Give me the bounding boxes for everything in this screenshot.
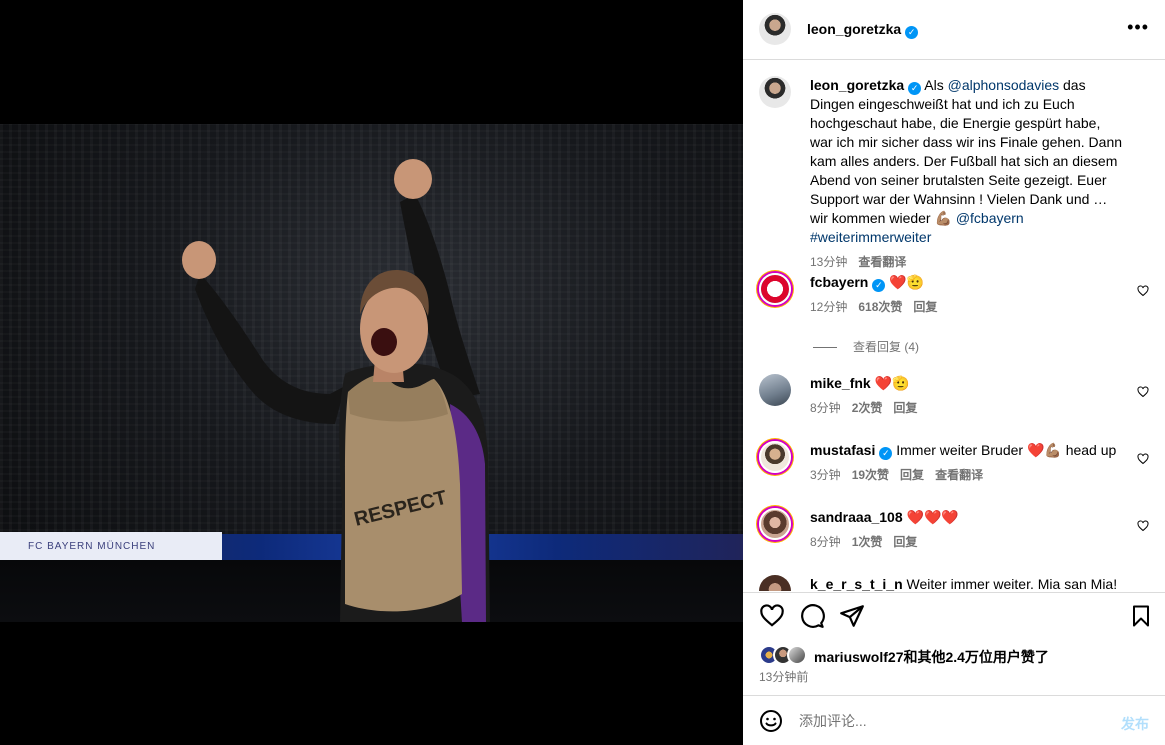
author-username-text[interactable]: leon_goretzka xyxy=(807,21,901,37)
comment-body: mustafasi ✓ Immer weiter Bruder ❤️💪🏽 head… xyxy=(810,441,1126,485)
caption-hashtag[interactable]: #weiterimmerweiter xyxy=(810,229,931,245)
view-replies-label[interactable]: 查看回复 (4) xyxy=(853,340,919,354)
verified-icon: ✓ xyxy=(905,26,919,39)
post-time[interactable]: 13分钟前 xyxy=(759,668,808,685)
caption-username[interactable]: leon_goretzka xyxy=(810,77,904,93)
caption-mention-alphonsodavies[interactable]: @alphonsodavies xyxy=(948,77,1060,93)
reply-button[interactable]: 回复 xyxy=(893,535,917,549)
like-comment-heart-icon[interactable] xyxy=(1137,285,1149,297)
comment-meta: 8分钟 2次赞 回复 xyxy=(810,399,1126,418)
comment-time[interactable]: 8分钟 xyxy=(810,401,841,415)
celebrating-player: RESPECT xyxy=(182,159,490,622)
flexed-biceps-emoji: 💪🏽 xyxy=(934,210,952,226)
like-comment-heart-icon[interactable] xyxy=(1137,453,1149,465)
like-comment-heart-icon[interactable] xyxy=(1137,520,1149,532)
comment-input[interactable] xyxy=(799,709,1099,733)
post-header: leon_goretzka ✓ ••• xyxy=(743,0,1165,60)
comment-body: k_e_r_s_t_i_n Weiter immer weiter. Mia s… xyxy=(810,575,1126,591)
reply-button[interactable]: 回复 xyxy=(913,300,937,314)
comment-meta: 12分钟 618次赞 回复 xyxy=(810,298,1126,317)
comment-bubble-icon[interactable] xyxy=(799,603,825,629)
more-options-icon[interactable]: ••• xyxy=(1127,18,1149,36)
save-bookmark-icon[interactable] xyxy=(1129,603,1153,629)
comment-username[interactable]: mike_fnk xyxy=(810,375,871,391)
comment-likes[interactable]: 2次赞 xyxy=(852,401,883,415)
verified-icon: ✓ xyxy=(879,447,893,460)
replies-line xyxy=(813,347,837,349)
liker-avatars xyxy=(759,645,811,665)
post-photo: FC BAYERN MÜNCHEN RESPECT xyxy=(0,124,743,622)
verified-icon: ✓ xyxy=(908,82,922,95)
kerstin-avatar[interactable] xyxy=(759,575,791,591)
comment-text: ❤️🫡 xyxy=(874,375,910,391)
comment-likes[interactable]: 618次赞 xyxy=(858,300,902,314)
view-replies[interactable]: 查看回复 (4) xyxy=(813,338,919,355)
fcbayern-avatar[interactable] xyxy=(759,273,791,305)
comment-username[interactable]: mustafasi xyxy=(810,442,875,458)
add-comment-bar: 发布 xyxy=(743,695,1165,745)
comment-username[interactable]: fcbayern xyxy=(810,274,868,290)
caption-prefix: Als xyxy=(924,77,948,93)
comment-likes[interactable]: 1次赞 xyxy=(852,535,883,549)
comment-username[interactable]: sandraaa_108 xyxy=(810,509,903,525)
reply-button[interactable]: 回复 xyxy=(893,401,917,415)
comment-meta: 3分钟 19次赞 回复 查看翻译 xyxy=(810,466,1126,485)
likes-text[interactable]: mariuswolf27和其他2.4万位用户赞了 xyxy=(814,647,1049,667)
caption-meta: 13分钟 查看翻译 xyxy=(810,253,1126,272)
author-username[interactable]: leon_goretzka ✓ xyxy=(807,21,919,39)
comment-translate-link[interactable]: 查看翻译 xyxy=(935,468,983,482)
emoji-smiley-icon[interactable] xyxy=(759,709,783,733)
post-comment-button[interactable]: 发布 xyxy=(1121,714,1149,734)
comments-section[interactable]: leon_goretzka ✓ Als @alphonsodavies das D… xyxy=(743,61,1165,591)
caption-mention-fcbayern[interactable]: @fcbayern xyxy=(956,210,1024,226)
comment-meta: 8分钟 1次赞 回复 xyxy=(810,533,1126,552)
comment-time[interactable]: 3分钟 xyxy=(810,468,841,482)
comment-text: ❤️❤️❤️ xyxy=(906,509,959,525)
comment-body: mike_fnk ❤️🫡 8分钟 2次赞 回复 xyxy=(810,374,1126,418)
comment-username[interactable]: k_e_r_s_t_i_n xyxy=(810,576,903,591)
post-panel: leon_goretzka ✓ ••• leon_goretzka ✓ Als @a… xyxy=(743,0,1165,745)
comment-body: fcbayern ✓ ❤️🫡 12分钟 618次赞 回复 xyxy=(810,273,1126,317)
like-heart-icon[interactable] xyxy=(759,603,785,629)
mustafasi-avatar[interactable] xyxy=(759,441,791,473)
caption-body: leon_goretzka ✓ Als @alphonsodavies das D… xyxy=(810,76,1126,272)
like-comment-heart-icon[interactable] xyxy=(1137,386,1149,398)
reply-button[interactable]: 回复 xyxy=(900,468,924,482)
caption-avatar[interactable] xyxy=(759,76,791,108)
mike-fnk-avatar[interactable] xyxy=(759,374,791,406)
comment-text: Immer weiter Bruder ❤️💪🏽 head up xyxy=(896,442,1117,458)
comment-likes[interactable]: 19次赞 xyxy=(852,468,889,482)
author-avatar[interactable] xyxy=(759,13,791,45)
caption-time[interactable]: 13分钟 xyxy=(810,255,847,269)
post-media[interactable]: FC BAYERN MÜNCHEN RESPECT xyxy=(0,0,743,745)
sandraaa-avatar[interactable] xyxy=(759,508,791,540)
verified-icon: ✓ xyxy=(872,279,886,292)
comment-time[interactable]: 12分钟 xyxy=(810,300,847,314)
caption-translate-link[interactable]: 查看翻译 xyxy=(858,255,906,269)
comment-body: sandraaa_108 ❤️❤️❤️ 8分钟 1次赞 回复 xyxy=(810,508,1126,552)
comment-text: ❤️🫡 xyxy=(889,274,925,290)
post-actions: mariuswolf27和其他2.4万位用户赞了 13分钟前 发布 xyxy=(743,592,1165,745)
share-paper-plane-icon[interactable] xyxy=(839,603,865,629)
comment-time[interactable]: 8分钟 xyxy=(810,535,841,549)
liker-avatar xyxy=(787,645,807,665)
caption-text: das Dingen eingeschweißt hat und ich zu … xyxy=(810,77,1123,226)
